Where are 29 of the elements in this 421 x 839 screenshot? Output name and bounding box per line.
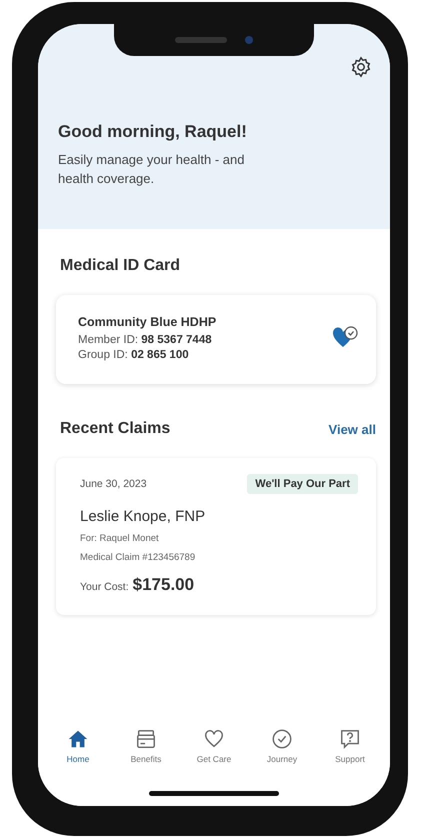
greeting-title: Good morning, Raquel! bbox=[58, 122, 248, 142]
status-badge: We'll Pay Our Part bbox=[247, 474, 358, 494]
cost-amount: $175.00 bbox=[132, 575, 194, 595]
settings-icon[interactable] bbox=[350, 56, 372, 78]
cost-label: Your Cost: bbox=[80, 581, 129, 593]
check-circle-icon bbox=[271, 728, 293, 750]
id-card[interactable]: Community Blue HDHP Member ID: 98 5367 7448 Group ID: 02 865 100 bbox=[56, 295, 376, 384]
claim-date: June 30, 2023 bbox=[80, 478, 147, 490]
patient-name: For: Raquel Monet bbox=[80, 533, 160, 544]
claim-number: Medical Claim #123456789 bbox=[80, 552, 196, 563]
heart-check-icon bbox=[332, 325, 358, 349]
home-icon bbox=[67, 728, 89, 750]
provider-name: Leslie Knope, FNP bbox=[80, 508, 206, 525]
tab-item[interactable]: Journey bbox=[251, 728, 313, 764]
member-id: Member ID: 98 5367 7448 bbox=[78, 334, 213, 346]
heart-icon bbox=[203, 728, 225, 750]
tab-item[interactable]: Support bbox=[319, 728, 381, 764]
view-all-link[interactable]: View all bbox=[328, 422, 376, 436]
tab-item[interactable]: Benefits bbox=[115, 728, 177, 764]
cards-icon bbox=[135, 728, 157, 750]
greeting-subtitle: Easily manage your health - and health coverage. bbox=[58, 151, 246, 188]
tab-item[interactable]: Get Care bbox=[183, 728, 245, 764]
plan-name: Community Blue HDHP bbox=[78, 315, 216, 329]
section-heading: Medical ID Card bbox=[60, 257, 182, 275]
group-id: Group ID: 02 865 100 bbox=[78, 349, 190, 361]
tab-item[interactable]: Home bbox=[47, 728, 109, 764]
section-heading: Recent Claims bbox=[60, 420, 170, 438]
question-bubble-icon bbox=[339, 728, 361, 750]
claim-card[interactable]: June 30, 2023 We'll Pay Our Part Leslie Knope, FNP For: Raquel Monet Medical Claim #123456789 Your Cost: $175.00 bbox=[56, 458, 376, 615]
